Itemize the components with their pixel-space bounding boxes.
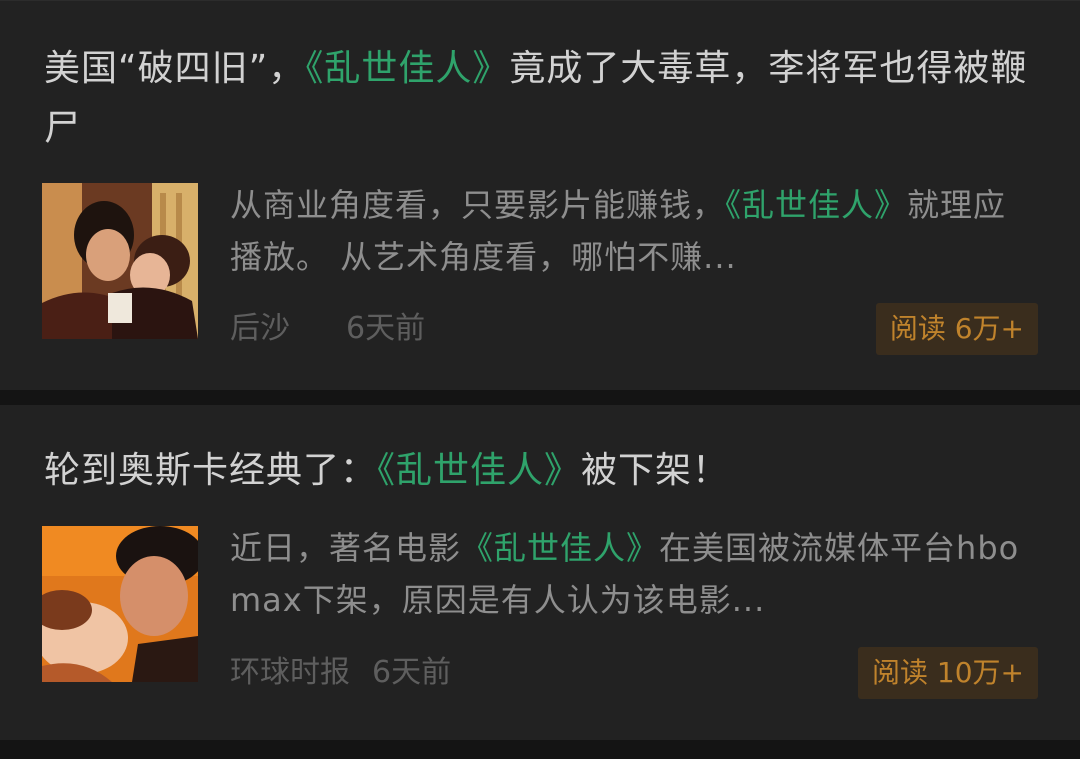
article-list: 美国“破四旧”，《乱世佳人》竟成了大毒草，李将军也得被鞭尸 从商业角度看，只要影…	[0, 0, 1080, 759]
article-card[interactable]: 美国“破四旧”，《乱世佳人》竟成了大毒草，李将军也得被鞭尸 从商业角度看，只要影…	[0, 0, 1080, 390]
article-card[interactable]: 轮到奥斯卡经典了：《乱世佳人》被下架！ 近日，著名电影《乱世佳人》在美国被流媒体…	[0, 405, 1080, 740]
article-title[interactable]: 轮到奥斯卡经典了：《乱世佳人》被下架！	[44, 441, 1044, 501]
summary-highlight: 《乱世佳人》	[725, 186, 908, 224]
movie-kiss-thumbnail-icon	[42, 526, 198, 682]
summary-highlight: 《乱世佳人》	[461, 529, 660, 567]
article-meta: 环球时报 6天前	[230, 653, 451, 693]
article-title[interactable]: 美国“破四旧”，《乱世佳人》竟成了大毒草，李将军也得被鞭尸	[44, 39, 1044, 159]
movie-kiss-thumbnail-icon	[42, 183, 198, 339]
read-count-badge: 阅读 6万+	[875, 303, 1038, 355]
article-summary: 近日，著名电影《乱世佳人》在美国被流媒体平台hbo max下架，原因是有人认为该…	[230, 529, 1020, 619]
article-time: 6天前	[372, 655, 452, 690]
title-highlight: 《乱世佳人》	[377, 450, 582, 491]
article-summary: 从商业角度看，只要影片能赚钱，《乱世佳人》就理应播放。 从艺术角度看，哪怕不赚.…	[230, 186, 1007, 276]
title-highlight: 《乱世佳人》	[305, 48, 510, 89]
article-time: 6天前	[346, 311, 426, 346]
article-source: 环球时报	[230, 655, 350, 690]
read-count-badge: 阅读 10万+	[858, 647, 1038, 699]
article-thumbnail[interactable]	[42, 183, 198, 339]
article-source: 后沙	[230, 311, 290, 346]
article-thumbnail[interactable]	[42, 526, 198, 682]
article-meta: 后沙 6天前	[230, 309, 425, 349]
